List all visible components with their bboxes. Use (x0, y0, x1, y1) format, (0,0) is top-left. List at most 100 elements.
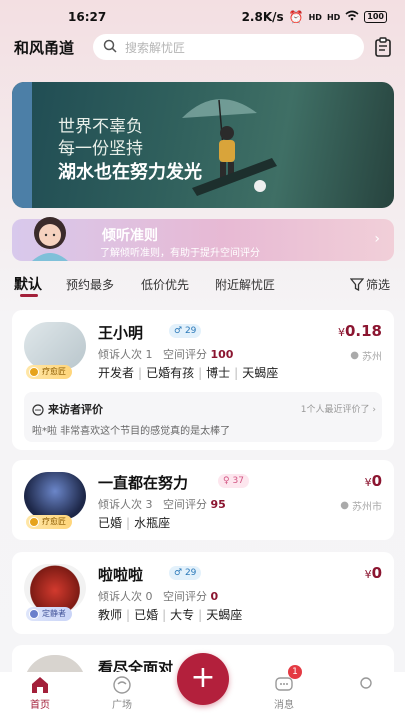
age: 29 (184, 326, 197, 336)
status-time: 16:27 (68, 10, 107, 24)
age: 29 (184, 568, 197, 578)
avatar: 疗愈匠 (24, 322, 86, 382)
tag: 水瓶座 (122, 516, 170, 530)
age: 37 (232, 476, 244, 486)
review-title: 来访者评价 (48, 403, 103, 416)
sort-bar: 默认 预约最多 低价优先 附近解忧匠 筛选 (0, 274, 405, 300)
banner-line-2: 每一份坚持 (58, 139, 143, 159)
location: ● 苏州市 (340, 498, 382, 513)
sort-low-price[interactable]: 低价优先 (141, 276, 189, 293)
search-input[interactable]: 搜索解忧匠 (93, 34, 364, 60)
status-bar: 16:27 2.8K/s ⏰ HD HD 100 (0, 0, 405, 34)
female-icon: ♀ (223, 476, 230, 486)
rules-subtitle: 了解倾听准则，有助于提升空间评分 (100, 248, 260, 259)
badge-label: 定静者 (42, 609, 66, 618)
visits-value: 3 (145, 498, 153, 511)
profile-icon (360, 677, 372, 689)
wifi-icon (345, 10, 359, 24)
score-label: 空间评分 (163, 498, 207, 511)
level-badge: 疗愈匠 (26, 515, 72, 529)
clipboard-icon[interactable] (374, 37, 392, 61)
tag: 已婚有孩 (134, 366, 194, 380)
net-speed: 2.8K/s (241, 10, 284, 24)
rules-title: 倾听准则 (102, 228, 158, 244)
tag: 博士 (194, 366, 230, 380)
location-text: 苏州 (362, 352, 382, 363)
listener-name: 一直都在努力 (98, 474, 189, 492)
badge-icon (29, 517, 39, 527)
alarm-icon: ⏰ (288, 10, 304, 24)
sort-default[interactable]: 默认 (14, 274, 42, 294)
gender-age-badge: ♂ 29 (169, 566, 202, 580)
sort-nearby[interactable]: 附近解忧匠 (215, 276, 275, 293)
home-icon (32, 677, 48, 693)
level-badge: 定静者 (26, 607, 72, 621)
tab-square-label: 广场 (112, 700, 132, 711)
tab-profile[interactable] (336, 672, 396, 696)
price: ¥0 (365, 472, 382, 490)
umbrella-girl-illustration (182, 99, 277, 196)
avatar: 定静者 (24, 564, 86, 624)
male-icon: ♂ (174, 326, 183, 336)
location-pin-icon: ● (350, 350, 359, 361)
price-value: 0.18 (344, 322, 382, 340)
filter-button[interactable]: 筛选 (350, 276, 390, 293)
tag: 大专 (158, 608, 194, 622)
battery-icon: 100 (364, 11, 387, 23)
avatar: 疗愈匠 (24, 472, 86, 532)
search-placeholder: 搜索解忧匠 (125, 40, 186, 55)
location: ● 苏州 (350, 348, 382, 363)
banner-line-3: 湖水也在努力发光 (58, 162, 202, 183)
tab-home-label: 首页 (30, 700, 50, 711)
tag: 已婚 (122, 608, 158, 622)
signal-icon: HD (308, 12, 322, 22)
add-button[interactable]: + (177, 653, 229, 705)
location-pin-icon: ● (340, 500, 349, 511)
price-value: 0 (371, 472, 382, 490)
tab-messages-label: 消息 (274, 700, 294, 711)
tab-messages[interactable]: 消息 (254, 672, 314, 711)
chevron-right-icon: › (372, 405, 376, 415)
review-count: 1个人最近评价了 › (301, 402, 376, 415)
visits-value: 1 (145, 348, 153, 361)
active-tab-underline (20, 294, 38, 297)
listener-name: 王小明 (98, 324, 144, 342)
visits-value: 0 (145, 590, 153, 603)
visitor-review[interactable]: 来访者评价 1个人最近评价了 › 啦*啦 非常喜欢这个节目的感觉真的是太棒了 (24, 392, 382, 442)
score-label: 空间评分 (163, 348, 207, 361)
tab-square[interactable]: 广场 (92, 672, 152, 711)
score-value: 100 (210, 348, 234, 361)
currency-symbol: ¥ (364, 476, 372, 489)
chat-bubble-icon (32, 401, 44, 420)
listener-card[interactable]: 定静者 啦啦啦 ♂ 29 ¥0 倾诉人次 0 空间评分 0 教师已婚大专天蝎座 (12, 552, 394, 634)
tag: 已婚 (98, 516, 123, 530)
tab-home[interactable]: 首页 (10, 672, 70, 711)
listener-name: 啦啦啦 (98, 566, 144, 584)
tag: 开发者 (98, 366, 135, 380)
unread-badge: 1 (288, 665, 302, 679)
listener-card[interactable]: 疗愈匠 王小明 ♂ 29 ¥0.18 ● 苏州 倾诉人次 1 空间评分 100 开… (12, 310, 394, 450)
stats: 倾诉人次 0 空间评分 0 (98, 588, 218, 604)
score-value: 0 (210, 590, 219, 603)
tags: 教师已婚大专天蝎座 (98, 606, 242, 623)
tag: 天蝎座 (194, 608, 242, 622)
location-text: 苏州市 (352, 502, 382, 513)
avatar-image (24, 322, 86, 370)
level-badge: 疗愈匠 (26, 365, 72, 379)
promo-banner[interactable]: 世界不辜负 每一份坚持 湖水也在努力发光 (12, 82, 394, 208)
sort-most-booked[interactable]: 预约最多 (66, 276, 114, 293)
listener-card[interactable]: 疗愈匠 一直都在努力 ♀ 37 ¥0 ● 苏州市 倾诉人次 3 空间评分 95 已… (12, 460, 394, 540)
score-label: 空间评分 (163, 590, 207, 603)
app-logo-text: 和风甬道 (14, 39, 75, 57)
review-text: 啦*啦 非常喜欢这个节目的感觉真的是太棒了 (32, 426, 231, 437)
chat-icon (275, 677, 293, 691)
square-icon (113, 676, 131, 694)
badge-label: 疗愈匠 (42, 367, 66, 376)
price: ¥0 (365, 564, 382, 582)
tags: 开发者已婚有孩博士天蝎座 (98, 364, 278, 381)
listening-rules-bar[interactable]: 倾听准则 了解倾听准则，有助于提升空间评分 › (12, 217, 394, 261)
badge-label: 疗愈匠 (42, 517, 66, 526)
tag: 天蝎座 (230, 366, 278, 380)
header: 和风甬道 搜索解忧匠 (0, 32, 405, 62)
badge-icon (29, 367, 39, 377)
